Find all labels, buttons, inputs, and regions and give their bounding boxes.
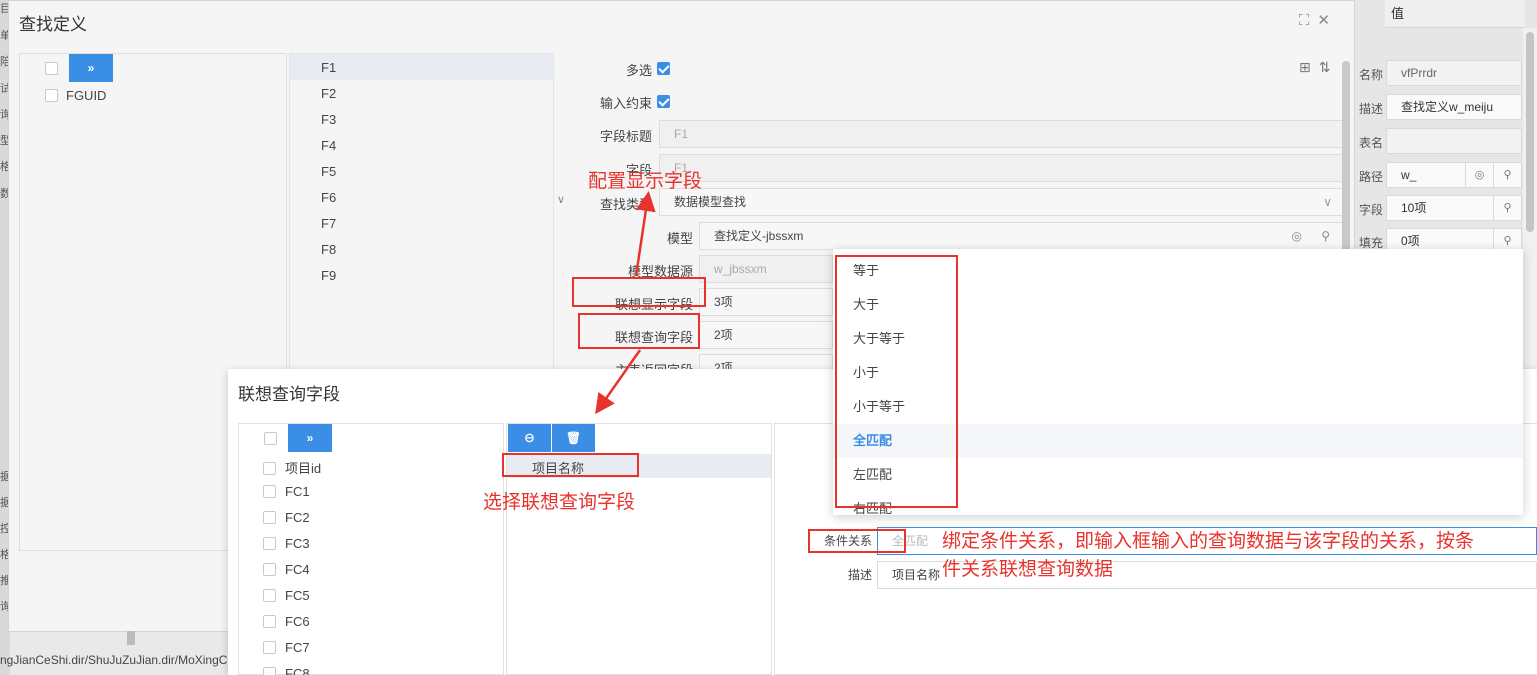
annotation-arrows (595, 191, 656, 415)
arrow-to-display-note (634, 191, 656, 277)
arrow-to-selected-pane (595, 349, 642, 415)
